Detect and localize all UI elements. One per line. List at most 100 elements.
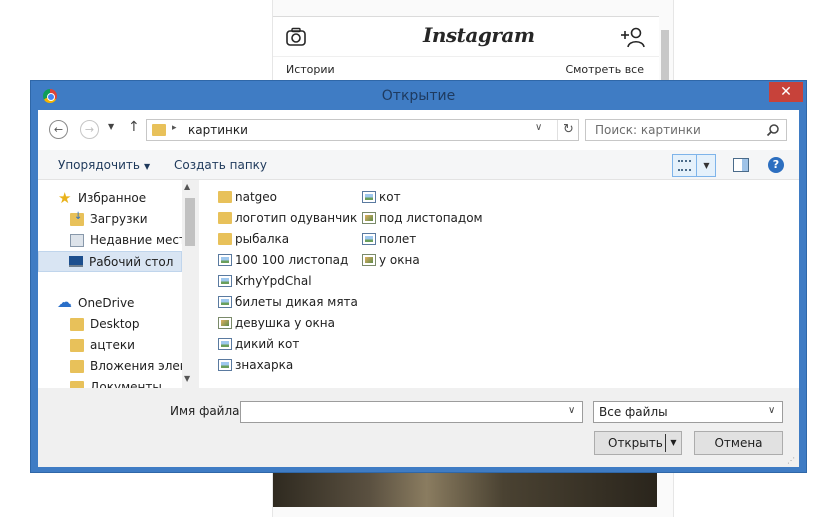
downloads-folder-icon <box>70 211 84 226</box>
command-bar: Упорядочить ▼ Создать папку ▼ ? <box>38 150 799 180</box>
file-list: natgeo логотип одуванчик рыбалка 100 100… <box>199 180 799 388</box>
nav-item-favorites[interactable]: ★ Избранное <box>38 188 182 209</box>
up-arrow-icon[interactable]: ↑ <box>128 119 140 135</box>
folder-icon <box>70 381 84 388</box>
recent-places-icon <box>70 234 84 247</box>
cancel-button[interactable]: Отмена <box>694 431 783 455</box>
scroll-thumb[interactable] <box>185 198 195 246</box>
filename-combobox[interactable]: ∨ <box>240 401 583 423</box>
image-file-icon <box>218 275 232 287</box>
list-view-icon <box>678 160 691 171</box>
dialog-body: ← → ▼ ↑ ▸ картинки ∨ ↻ Упорядочит <box>38 110 799 467</box>
nav-item-recent[interactable]: Недавние места <box>38 230 182 251</box>
new-folder-button[interactable]: Создать папку <box>174 158 267 172</box>
page-scrollbar[interactable] <box>661 30 669 80</box>
folder-icon <box>218 233 232 245</box>
nav-item-aztecs[interactable]: ацтеки <box>38 335 182 356</box>
image-file-icon <box>218 296 232 308</box>
organize-label: Упорядочить <box>58 158 140 172</box>
back-button[interactable]: ← <box>49 120 68 139</box>
filetype-chevron-down-icon[interactable]: ∨ <box>768 405 775 416</box>
watch-all-link[interactable]: Смотреть все <box>565 63 644 76</box>
desktop-icon <box>69 256 83 267</box>
stories-bar: Истории Смотреть все <box>273 56 659 82</box>
folder-icon <box>218 212 232 224</box>
camera-icon[interactable] <box>285 26 307 48</box>
forward-button[interactable]: → <box>80 120 99 139</box>
image-file-icon <box>218 338 232 350</box>
close-button[interactable]: ✕ <box>769 82 803 102</box>
nav-label: Рабочий стол <box>89 255 174 269</box>
image-file-icon <box>218 359 232 371</box>
dialog-titlebar[interactable]: Открытие ✕ <box>31 81 806 111</box>
refresh-icon[interactable]: ↻ <box>557 120 579 140</box>
filename-label: Имя файла: <box>170 404 244 418</box>
nav-label: ацтеки <box>90 338 135 352</box>
star-icon: ★ <box>58 189 72 207</box>
file-name: билеты дикая мята <box>235 295 358 309</box>
instagram-logo[interactable]: Instagram <box>423 23 535 47</box>
nav-label: Загрузки <box>90 212 148 226</box>
nav-item-desktop[interactable]: Рабочий стол <box>38 251 182 272</box>
filetype-select[interactable]: Все файлы ∨ <box>593 401 783 423</box>
image-file-icon <box>362 233 376 245</box>
folder-icon <box>152 124 166 136</box>
file-name: дикий кот <box>235 337 300 351</box>
nav-item-attachments[interactable]: Вложения электронной почты <box>38 356 182 377</box>
stories-label: Истории <box>286 63 335 76</box>
dialog-footer: Имя файла: ∨ Все файлы ∨ Открыть ▼ Отмен… <box>38 388 799 467</box>
search-input[interactable] <box>586 120 761 140</box>
view-options-button[interactable]: ▼ <box>672 154 716 177</box>
file-name: знахарка <box>235 358 294 372</box>
photo-file-icon <box>362 254 376 266</box>
nav-scrollbar[interactable]: ▲ ▼ <box>182 180 197 388</box>
view-chevron-down-icon[interactable]: ▼ <box>696 155 716 176</box>
file-name: у окна <box>379 253 420 267</box>
feed-photo[interactable] <box>273 470 657 507</box>
nav-label: Документы <box>90 380 162 388</box>
photo-file-icon <box>218 317 232 329</box>
filetype-value: Все файлы <box>599 405 668 419</box>
nav-item-downloads[interactable]: Загрузки <box>38 209 182 230</box>
nav-item-od-desktop[interactable]: Desktop <box>38 314 182 335</box>
file-name: девушка у окна <box>235 316 335 330</box>
nav-item-documents[interactable]: Документы <box>38 377 182 388</box>
address-bar[interactable]: ▸ картинки ∨ ↻ <box>146 119 579 141</box>
scroll-up-icon[interactable]: ▲ <box>184 182 190 191</box>
open-split-chevron-down-icon[interactable]: ▼ <box>665 434 681 452</box>
help-icon[interactable]: ? <box>768 157 784 173</box>
open-button[interactable]: Открыть ▼ <box>594 431 682 455</box>
add-user-icon[interactable] <box>619 25 645 49</box>
photo-file-icon <box>362 212 376 224</box>
address-row: ← → ▼ ↑ ▸ картинки ∨ ↻ <box>38 110 799 150</box>
search-box[interactable] <box>585 119 787 141</box>
nav-label: OneDrive <box>78 296 135 310</box>
preview-pane-icon[interactable] <box>733 158 749 172</box>
nav-label: Избранное <box>78 191 147 205</box>
file-name: под листопадом <box>379 211 483 225</box>
file-name: логотип одуванчик <box>235 211 358 225</box>
nav-label: Недавние места <box>90 233 182 247</box>
filename-input[interactable] <box>241 402 561 422</box>
recent-locations-chevron-down-icon[interactable]: ▼ <box>108 122 114 131</box>
breadcrumb-current-folder[interactable]: картинки <box>188 123 248 137</box>
breadcrumb-separator-icon[interactable]: ▸ <box>172 123 177 133</box>
nav-item-onedrive[interactable]: ☁ OneDrive <box>38 293 182 314</box>
open-file-dialog: Открытие ✕ ← → ▼ ↑ ▸ картинки ∨ ↻ Поиск:… <box>30 80 807 473</box>
search-icon[interactable] <box>766 123 780 137</box>
image-file-icon <box>362 191 376 203</box>
cloud-icon: ☁ <box>57 293 72 311</box>
resize-grip-icon[interactable]: ⋰ <box>787 456 797 466</box>
file-name: 100 100 листопад <box>235 253 349 267</box>
dialog-title: Открытие <box>381 88 456 104</box>
folder-icon <box>70 360 84 373</box>
organize-button[interactable]: Упорядочить ▼ <box>58 158 150 172</box>
filename-chevron-down-icon[interactable]: ∨ <box>568 405 575 416</box>
folder-icon <box>218 191 232 203</box>
nav-label: Вложения электронной почты <box>90 359 182 373</box>
image-file-icon <box>218 254 232 266</box>
scroll-down-icon[interactable]: ▼ <box>184 374 190 383</box>
nav-label: Desktop <box>90 317 140 331</box>
address-chevron-down-icon[interactable]: ∨ <box>535 122 542 133</box>
file-name: полет <box>379 232 417 246</box>
